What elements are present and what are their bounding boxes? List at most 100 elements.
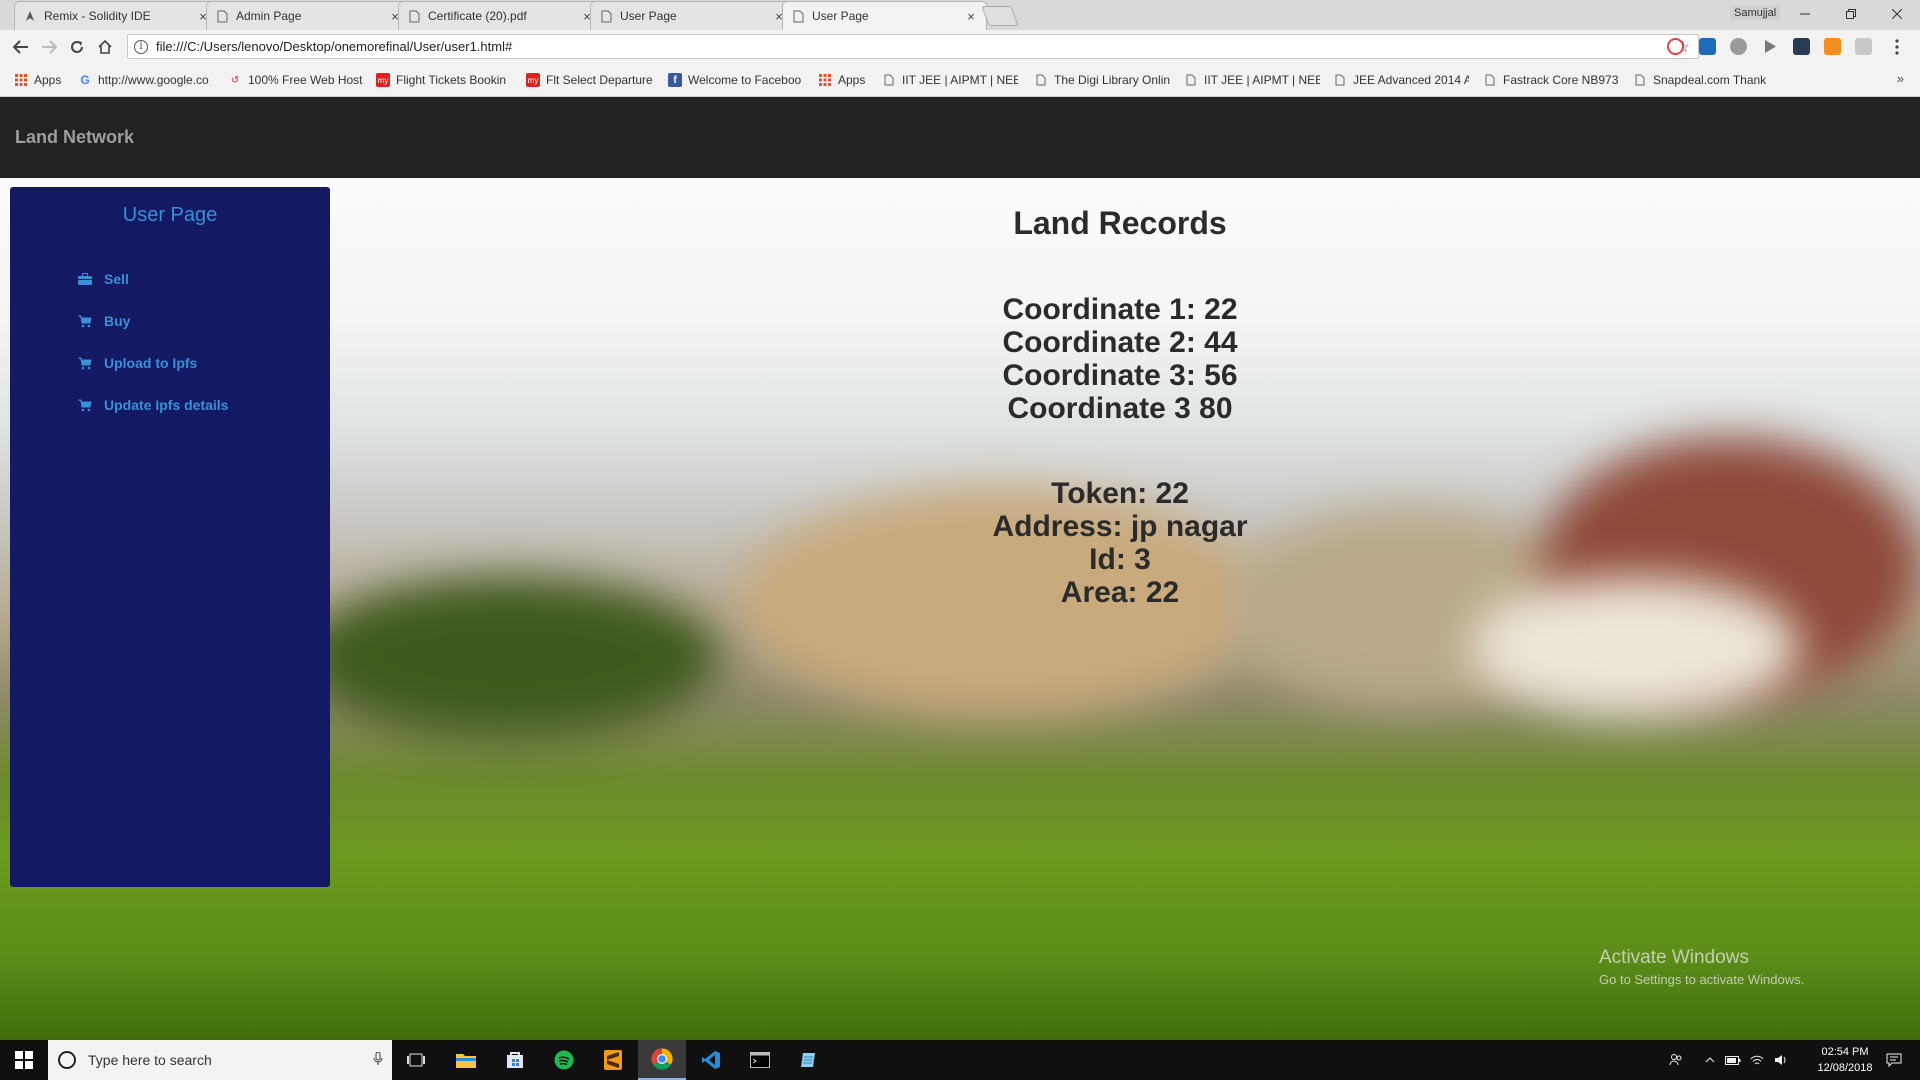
coordinate-4: Coordinate 3 80 [1007, 392, 1233, 425]
bookmark-iit-jee-2[interactable]: IIT JEE | AIPMT | NEET [1184, 71, 1320, 89]
bookmark-digi-library[interactable]: The Digi Library Onlin [1034, 71, 1170, 89]
extension-box-icon[interactable] [1793, 38, 1810, 55]
bookmark-label: Fastrack Core NB973 [1503, 73, 1619, 87]
sidebar-item-update-ipfs[interactable]: Update Ipfs details [78, 395, 228, 415]
page-icon [1333, 73, 1347, 87]
sidebar-item-upload-ipfs[interactable]: Upload to Ipfs [78, 353, 197, 373]
profile-name[interactable]: Samujjal [1730, 6, 1781, 20]
bookmark-label: IIT JEE | AIPMT | NEET [1204, 73, 1320, 87]
chevron-up-icon[interactable] [1700, 1040, 1720, 1080]
extension-linkedin-icon[interactable] [1699, 38, 1716, 55]
window-close-icon[interactable] [1874, 0, 1920, 28]
makemytrip-icon: my [376, 73, 390, 87]
page-icon [407, 9, 421, 23]
system-clock[interactable]: 02:54 PM 12/08/2018 [1810, 1044, 1880, 1076]
extension-generic-icon[interactable] [1855, 38, 1872, 55]
bookmark-fastrack[interactable]: Fastrack Core NB973 [1483, 71, 1619, 89]
home-icon[interactable] [94, 36, 116, 58]
tab-remix[interactable]: Remix - Solidity IDE × [14, 1, 219, 30]
wifi-icon[interactable] [1746, 1040, 1768, 1080]
bookmark-webhost[interactable]: ↺ 100% Free Web Host [228, 71, 364, 89]
bookmark-flt-select[interactable]: my Flt Select Departure [526, 71, 660, 89]
page-icon [1034, 73, 1048, 87]
minimize-icon[interactable] [1782, 0, 1828, 28]
info-icon[interactable]: i [134, 39, 148, 54]
brand-title[interactable]: Land Network [15, 127, 134, 148]
facebook-icon: f [668, 73, 682, 87]
bookmarks-bar: Apps G http://www.google.co ↺ 100% Free … [0, 63, 1920, 97]
bookmark-apps-2[interactable]: Apps [818, 71, 874, 89]
url-text[interactable]: file:///C:/Users/lenovo/Desktop/onemoref… [156, 39, 512, 54]
clock-time: 02:54 PM [1821, 1046, 1869, 1058]
webhost-icon: ↺ [230, 74, 240, 86]
record-address: Address: jp nagar [992, 510, 1248, 543]
bookmark-label: Flight Tickets Bookin [396, 73, 507, 87]
new-tab-button[interactable] [981, 6, 1019, 26]
taskbar-search[interactable]: Type here to search [48, 1040, 392, 1080]
extension-metamask-icon[interactable] [1824, 38, 1841, 55]
record-id: Id: 3 [1089, 543, 1151, 576]
reload-icon[interactable] [66, 36, 88, 58]
clock-date: 12/08/2018 [1817, 1062, 1873, 1074]
taskbar: Type here to search 02:54 PM 12/08/2018 [0, 1040, 1920, 1080]
bookmarks-overflow-icon[interactable]: » [1897, 71, 1904, 86]
store-icon[interactable] [491, 1040, 539, 1080]
coordinate-1: Coordinate 1: 22 [1002, 293, 1238, 326]
page-viewport: Land Network User Page Sell Buy Upload t… [0, 97, 1920, 1040]
notepad-icon[interactable] [785, 1040, 833, 1080]
notifications-icon[interactable] [1876, 1040, 1912, 1080]
tab-admin-page[interactable]: Admin Page × [206, 1, 411, 30]
back-icon[interactable] [10, 36, 32, 58]
activate-windows-watermark: Activate Windows Go to Settings to activ… [1599, 947, 1804, 987]
bookmark-snapdeal[interactable]: Snapdeal.com Thank [1633, 71, 1769, 89]
terminal-icon[interactable] [736, 1040, 784, 1080]
tab-certificate[interactable]: Certificate (20).pdf × [398, 1, 603, 30]
bookmark-label: 100% Free Web Host [248, 73, 363, 87]
vscode-icon[interactable] [687, 1040, 735, 1080]
page-icon [215, 9, 229, 23]
browser-toolbar: i file:///C:/Users/lenovo/Desktop/onemor… [0, 30, 1920, 63]
apps-grid-icon [14, 73, 28, 87]
bookmark-facebook[interactable]: f Welcome to Faceboo [668, 71, 804, 89]
briefcase-icon [78, 272, 92, 286]
cart-icon [78, 314, 92, 328]
watermark-title: Activate Windows [1599, 947, 1749, 968]
page-title: Land Records [1013, 205, 1227, 241]
bookmark-apps[interactable]: Apps [14, 71, 70, 89]
task-view-icon[interactable] [392, 1040, 440, 1080]
battery-icon[interactable] [1722, 1040, 1744, 1080]
forward-icon[interactable] [38, 36, 60, 58]
file-explorer-icon[interactable] [442, 1040, 490, 1080]
tab-user-page[interactable]: User Page × [590, 1, 795, 30]
close-icon[interactable]: × [964, 9, 978, 24]
extension-adblock-icon[interactable] [1667, 38, 1684, 55]
bookmark-flight-tickets[interactable]: my Flight Tickets Bookin [376, 71, 516, 89]
sidebar-item-sell[interactable]: Sell [78, 269, 129, 289]
tab-user-page-active[interactable]: User Page × [782, 1, 987, 30]
sublime-text-icon[interactable] [589, 1040, 637, 1080]
coordinate-3: Coordinate 3: 56 [1002, 359, 1238, 392]
google-icon: G [80, 73, 90, 87]
bookmark-label: IIT JEE | AIPMT | NEET [902, 73, 1018, 87]
spotify-icon[interactable] [540, 1040, 588, 1080]
microphone-icon[interactable] [364, 1051, 392, 1069]
page-icon [882, 73, 896, 87]
extension-play-icon[interactable] [1761, 38, 1778, 55]
bookmark-google[interactable]: G http://www.google.co [78, 71, 214, 89]
record-area: Area: 22 [1060, 576, 1180, 609]
menu-dots-icon[interactable] [1886, 36, 1908, 58]
chrome-icon[interactable] [638, 1040, 686, 1080]
address-bar[interactable]: i file:///C:/Users/lenovo/Desktop/onemor… [127, 34, 1699, 59]
windows-start-icon[interactable] [0, 1040, 48, 1080]
people-icon[interactable] [1663, 1040, 1689, 1080]
restore-icon[interactable] [1828, 0, 1874, 28]
sidebar-item-buy[interactable]: Buy [78, 311, 130, 331]
extension-pocket-icon[interactable] [1730, 38, 1747, 55]
tab-title: Admin Page [236, 9, 302, 23]
volume-icon[interactable] [1770, 1040, 1792, 1080]
bookmark-iit-jee[interactable]: IIT JEE | AIPMT | NEET [882, 71, 1018, 89]
bookmark-label: JEE Advanced 2014 A [1353, 73, 1469, 87]
bookmark-jee-advanced[interactable]: JEE Advanced 2014 A [1333, 71, 1469, 89]
search-input[interactable]: Type here to search [88, 1052, 352, 1068]
tab-title: User Page [812, 9, 869, 23]
